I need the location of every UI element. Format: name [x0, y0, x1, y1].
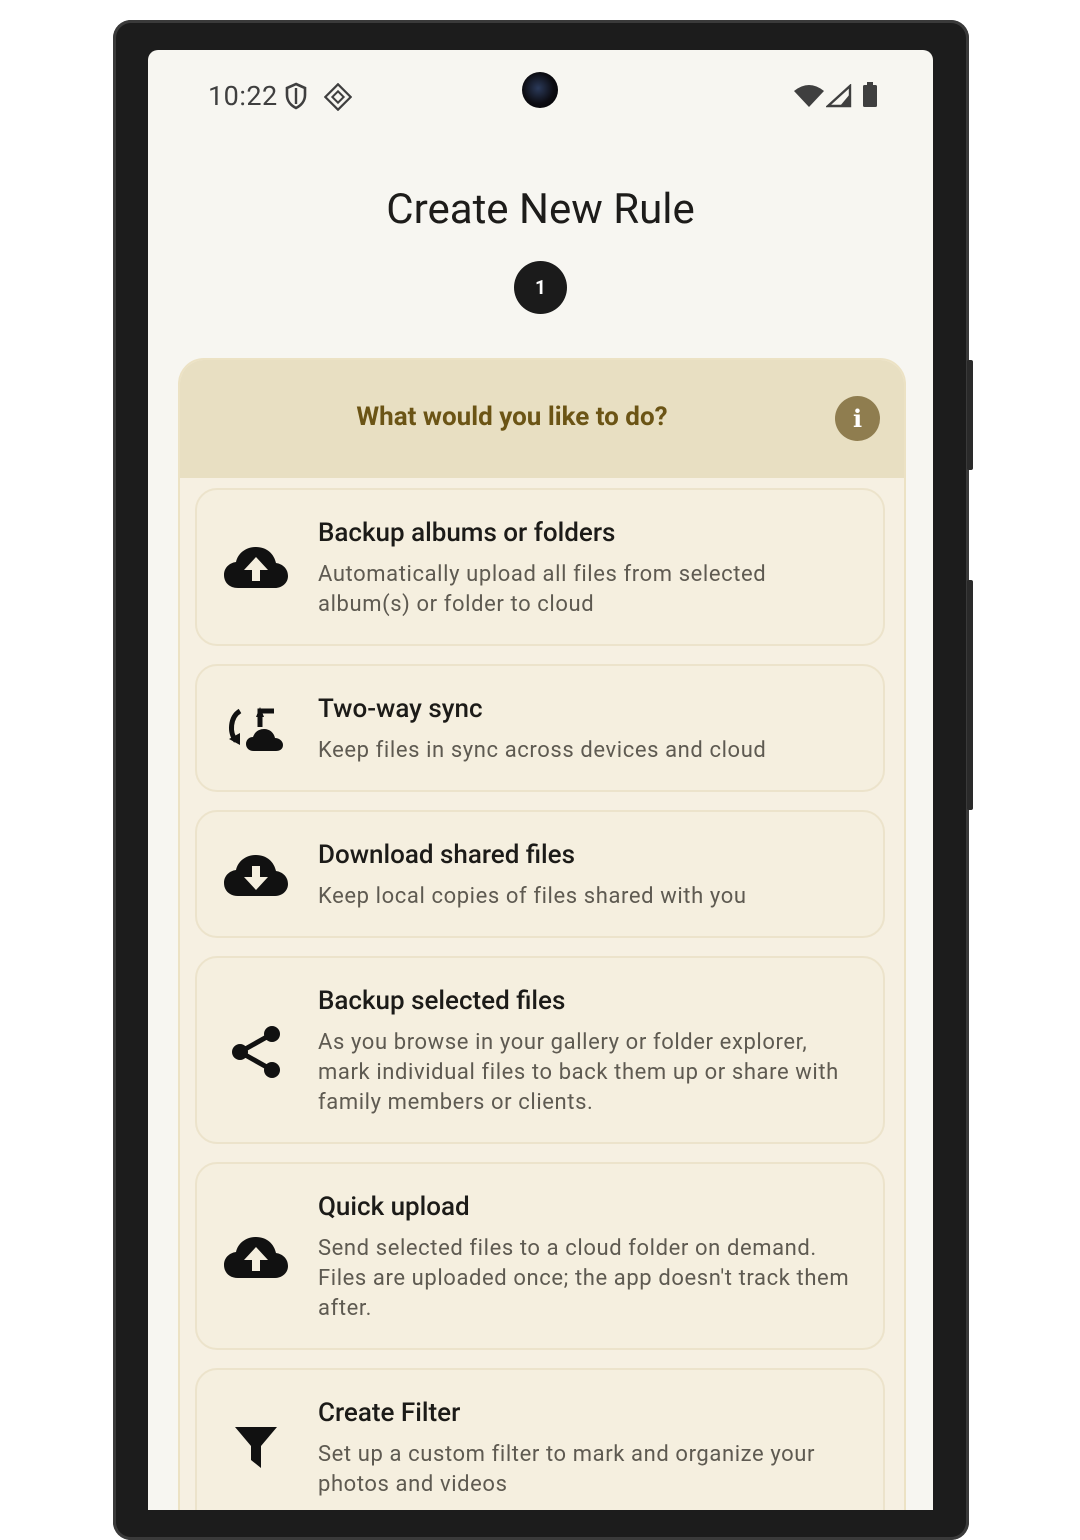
option-title: Download shared files	[318, 840, 575, 870]
front-camera	[522, 72, 558, 108]
option-description: Automatically upload all files from sele…	[318, 562, 767, 617]
info-button[interactable]: i	[835, 396, 880, 441]
volume-button	[967, 360, 973, 470]
info-icon: i	[852, 404, 863, 433]
option-two-way-sync[interactable]: Two-way sync Keep files in sync across d…	[195, 664, 885, 792]
cloud-upload-icon	[223, 538, 289, 598]
wifi-icon	[794, 85, 824, 111]
cloud-upload-icon	[223, 1228, 289, 1288]
share-icon	[223, 1022, 289, 1082]
option-create-filter[interactable]: Create Filter Set up a custom filter to …	[195, 1368, 885, 1510]
step-indicator: 1	[514, 261, 567, 314]
phone-screen: 10:22 Create New Rule 1 What would you l…	[148, 50, 933, 1510]
option-description: Set up a custom filter to mark and organ…	[318, 1442, 816, 1497]
option-download-shared[interactable]: Download shared files Keep local copies …	[195, 810, 885, 938]
cell-signal-icon	[824, 83, 852, 112]
option-backup-albums[interactable]: Backup albums or folders Automatically u…	[195, 488, 885, 646]
option-title: Backup albums or folders	[318, 518, 616, 548]
option-title: Create Filter	[318, 1398, 461, 1428]
option-description: Send selected files to a cloud folder on…	[318, 1236, 850, 1321]
two-way-sync-icon	[223, 700, 289, 760]
question-heading: What would you like to do?	[356, 402, 668, 432]
rule-type-card: What would you like to do? i Backup albu…	[178, 358, 906, 1510]
power-button	[967, 580, 973, 810]
status-bar: 10:22	[148, 50, 933, 145]
option-description: As you browse in your gallery or folder …	[318, 1030, 839, 1115]
cloud-download-icon	[223, 846, 289, 906]
card-header: What would you like to do? i	[180, 360, 904, 478]
option-description: Keep files in sync across devices and cl…	[318, 738, 767, 763]
option-title: Quick upload	[318, 1192, 470, 1222]
filter-icon	[223, 1418, 289, 1478]
page-title: Create New Rule	[386, 185, 695, 234]
status-time: 10:22	[208, 80, 278, 112]
option-title: Two-way sync	[318, 694, 483, 724]
option-quick-upload[interactable]: Quick upload Send selected files to a cl…	[195, 1162, 885, 1350]
option-title: Backup selected files	[318, 986, 566, 1016]
option-description: Keep local copies of files shared with y…	[318, 884, 747, 909]
vpn-diamond-icon	[323, 82, 353, 115]
option-backup-selected[interactable]: Backup selected files As you browse in y…	[195, 956, 885, 1144]
battery-icon	[862, 82, 878, 112]
shield-icon	[285, 82, 307, 114]
